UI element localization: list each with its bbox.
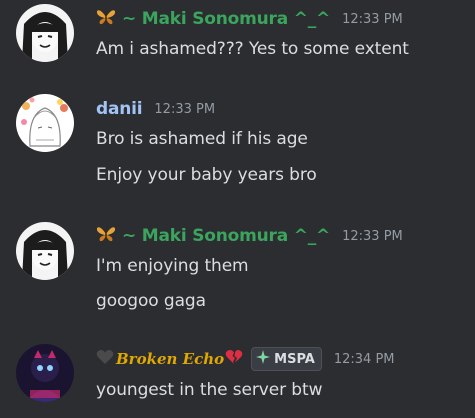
message-text: Am i ashamed??? Yes to some extent [96,39,409,59]
message-text: I'm enjoying them [96,256,249,276]
butterfly-icon [96,8,116,30]
message-text: Enjoy your baby years bro [96,165,317,185]
timestamp: 12:33 PM [154,101,216,117]
avatar[interactable] [16,222,74,280]
timestamp: 12:33 PM [342,228,403,244]
message-text: Bro is ashamed if his age [96,129,308,149]
message-header: ~ Maki Sonomura ^_^ 12:33 PM [96,6,403,32]
broken-heart-icon [225,349,243,369]
message-group: ~ Maki Sonomura ^_^ 12:33 PM I'm enjoyin… [0,218,475,328]
message-header: ~ Maki Sonomura ^_^ 12:33 PM [96,223,403,249]
avatar[interactable] [16,344,74,402]
sparkle-icon [256,350,271,368]
message-header: Broken Echo MSPA 12:34 PM [96,347,395,371]
author-name[interactable]: ~ Maki Sonomura ^_^ [122,9,330,29]
author-name[interactable]: Broken Echo [116,350,224,368]
role-tag-label: MSPA [274,351,315,367]
message-group: danii 12:33 PM Bro is ashamed if his age… [0,84,475,194]
message-header: danii 12:33 PM [96,96,215,122]
message-text: googoo gaga [96,291,206,311]
avatar[interactable] [16,4,74,62]
author-name[interactable]: ~ Maki Sonomura ^_^ [122,226,330,246]
black-heart-icon [96,349,114,369]
chat-message-list: ~ Maki Sonomura ^_^ 12:33 PM Am i ashame… [0,0,475,418]
role-tag[interactable]: MSPA [251,347,322,371]
avatar[interactable] [16,94,74,152]
message-text: youngest in the server btw [96,380,323,400]
butterfly-icon [96,225,116,247]
timestamp: 12:33 PM [342,11,403,27]
author-name[interactable]: danii [96,99,143,119]
message-group: Broken Echo MSPA 12:34 PM youngest in th… [0,336,475,418]
timestamp: 12:34 PM [333,351,395,367]
